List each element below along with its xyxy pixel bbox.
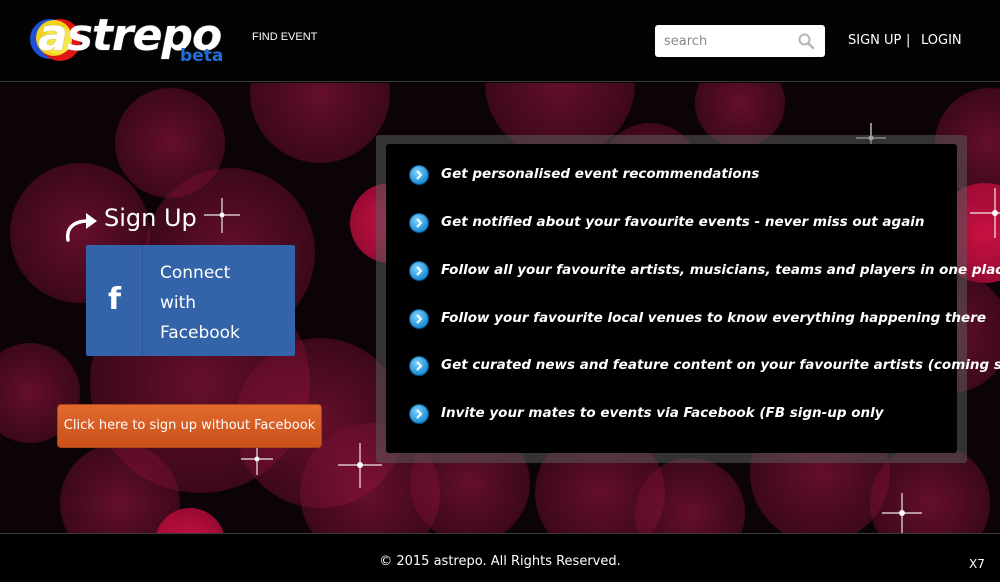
- main-content: Sign Up f Connect with Facebook Click he…: [0, 83, 1000, 533]
- features-panel: Get personalised event recommendations G…: [386, 144, 1000, 453]
- find-event-link[interactable]: FIND EVENT: [252, 31, 317, 43]
- nav-login-link[interactable]: LOGIN: [921, 33, 962, 48]
- chevron-right-icon: [416, 170, 423, 180]
- chevron-right-icon: [416, 218, 423, 228]
- chevron-right-icon: [416, 314, 423, 324]
- facebook-icon: f: [108, 282, 122, 317]
- curved-arrow-icon: [65, 213, 97, 242]
- facebook-label-line-3: Facebook: [160, 323, 240, 343]
- feature-text: Get notified about your favourite events…: [441, 214, 925, 230]
- signup-heading: Sign Up: [104, 204, 197, 232]
- site-header: astrepo beta FIND EVENT SIGN UP | LOGIN: [0, 0, 1000, 82]
- feature-item: Follow your favourite local venues to kn…: [386, 307, 986, 331]
- nav-signup-link[interactable]: SIGN UP: [848, 33, 901, 48]
- feature-item: Get personalised event recommendations: [386, 163, 957, 187]
- copyright-text: © 2015 astrepo. All Rights Reserved.: [379, 554, 621, 569]
- chevron-right-icon: [416, 266, 423, 276]
- search-icon[interactable]: [797, 32, 815, 50]
- feature-text: Follow all your favourite artists, music…: [441, 262, 1000, 278]
- feature-text: Get personalised event recommendations: [441, 166, 760, 182]
- feature-item: Get notified about your favourite events…: [386, 211, 957, 235]
- feature-text: Follow your favourite local venues to kn…: [441, 310, 987, 326]
- feature-item: Follow all your favourite artists, music…: [386, 259, 1000, 283]
- search-input[interactable]: [655, 25, 795, 57]
- site-footer: © 2015 astrepo. All Rights Reserved. X7: [0, 533, 1000, 582]
- chevron-right-icon: [416, 361, 423, 371]
- facebook-label-line-2: with: [160, 293, 197, 313]
- chevron-right-icon: [416, 409, 423, 419]
- facebook-label-line-1: Connect: [160, 263, 231, 283]
- close-button[interactable]: X7: [969, 557, 985, 571]
- facebook-icon-area: f: [86, 245, 143, 356]
- feature-item: Invite your mates to events via Facebook…: [386, 402, 957, 426]
- facebook-connect-button[interactable]: f Connect with Facebook: [86, 245, 295, 356]
- astrepo-logo[interactable]: astrepo beta: [28, 8, 228, 70]
- nav-separator: |: [906, 33, 911, 48]
- feature-item: Get curated news and feature content on …: [386, 354, 1000, 378]
- beta-badge: beta: [180, 46, 224, 66]
- facebook-button-label: Connect with Facebook: [160, 258, 290, 348]
- feature-text: Invite your mates to events via Facebook…: [441, 405, 884, 421]
- feature-text: Get curated news and feature content on …: [441, 357, 1000, 373]
- signup-without-facebook-button[interactable]: Click here to sign up without Facebook: [57, 404, 322, 448]
